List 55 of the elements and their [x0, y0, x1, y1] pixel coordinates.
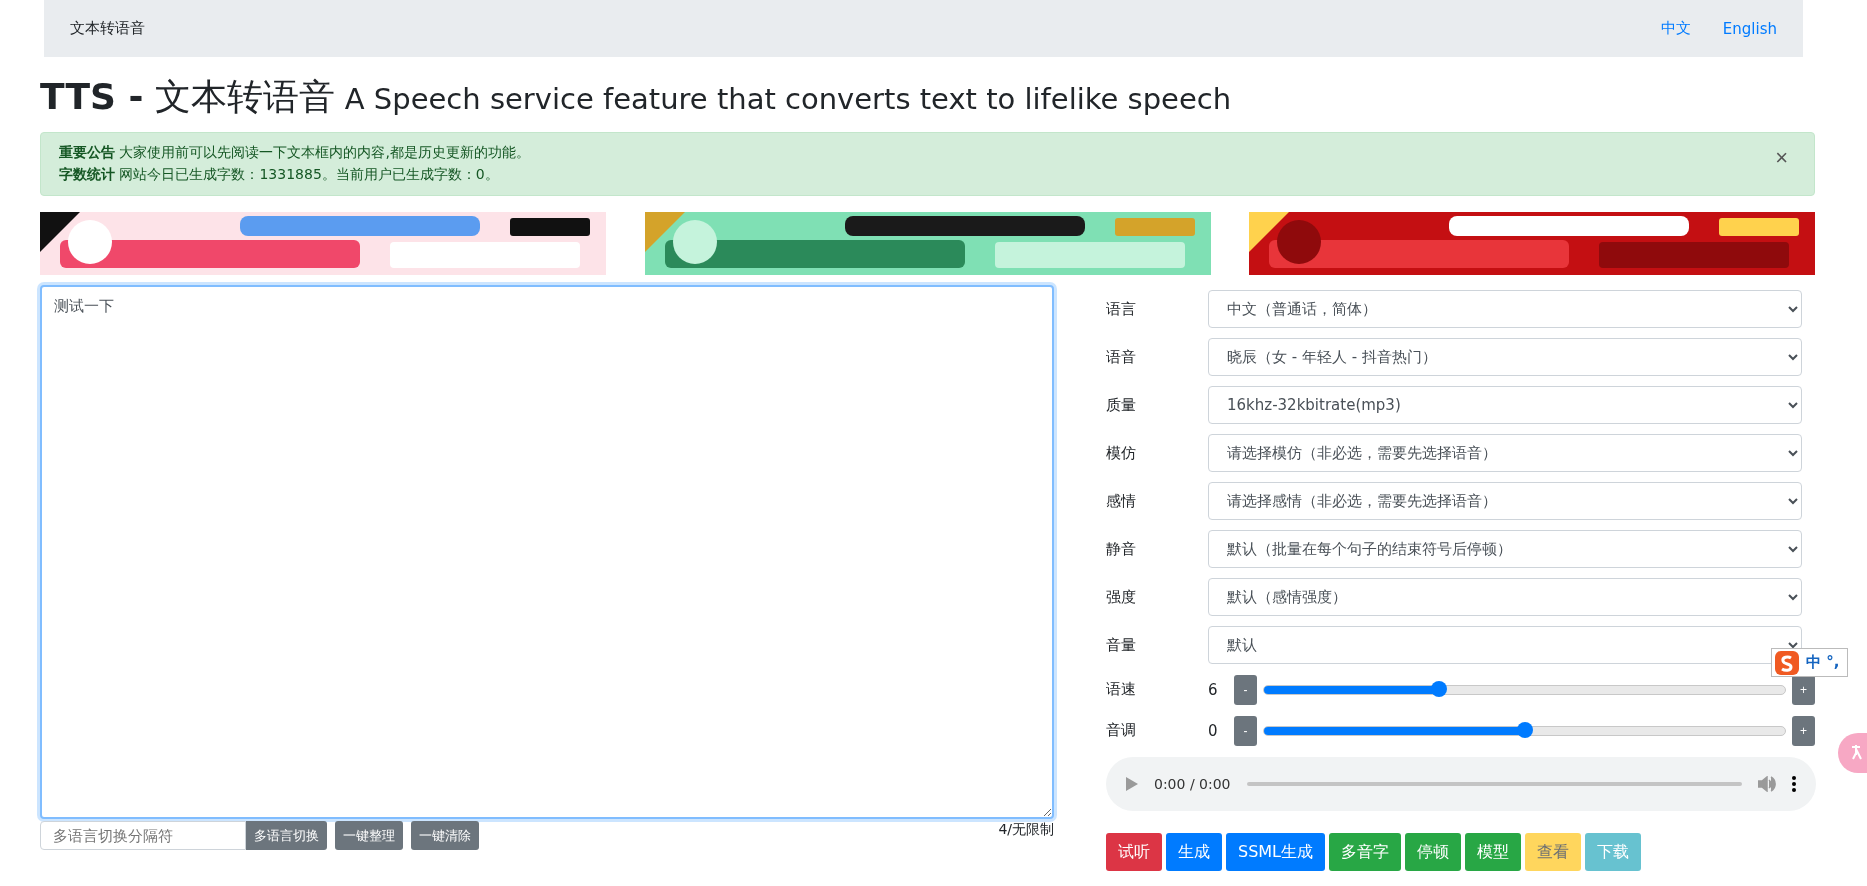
- language-link[interactable]: 中文: [1660, 19, 1691, 38]
- increase-button[interactable]: +: [1792, 715, 1815, 746]
- tool-button[interactable]: 多语言切换: [246, 821, 327, 850]
- slider-thumb[interactable]: [1430, 680, 1447, 697]
- play-icon[interactable]: [1126, 777, 1138, 791]
- character-count: 4/无限制: [998, 821, 1054, 839]
- close-button[interactable]: ×: [1767, 144, 1796, 172]
- setting-dropdown[interactable]: 默认（感情强度）: [1208, 578, 1802, 616]
- ime-status: 中 °,: [1806, 653, 1840, 672]
- action-button[interactable]: 模型: [1465, 833, 1522, 871]
- language-link[interactable]: English: [1722, 19, 1777, 38]
- setting-label: 语音: [1106, 347, 1137, 367]
- tool-button[interactable]: 一键整理: [335, 821, 403, 850]
- action-button[interactable]: 试听: [1106, 833, 1162, 871]
- setting-label: 静音: [1106, 539, 1137, 559]
- notice-text: 重要公告 大家使用前可以先阅读一下文本框内的内容,都是历史更新的功能。: [59, 144, 531, 162]
- ime-toolbar[interactable]: 中 °,: [1771, 648, 1849, 677]
- page-title: TTS - 文本转语音: [40, 75, 335, 119]
- more-icon[interactable]: [1792, 776, 1796, 792]
- playback-time: 0:00 / 0:00: [1154, 776, 1231, 792]
- setting-dropdown[interactable]: 默认（批量在每个句子的结束符号后停顿）: [1208, 530, 1802, 568]
- action-button[interactable]: 生成: [1166, 833, 1222, 871]
- setting-label: 模仿: [1106, 443, 1137, 463]
- progress-track[interactable]: [1246, 782, 1742, 786]
- action-button[interactable]: SSML生成: [1226, 833, 1326, 871]
- ime-logo-icon: [1774, 649, 1800, 676]
- decrease-button[interactable]: -: [1234, 715, 1257, 746]
- slider-track[interactable]: [1263, 684, 1786, 695]
- setting-dropdown[interactable]: 晓辰（女 - 年轻人 - 抖音热门）: [1208, 338, 1802, 376]
- notice-text: 字数统计 网站今日已生成字数：1331885。当前用户已生成字数：0。: [59, 166, 500, 184]
- setting-label: 质量: [1106, 395, 1137, 415]
- volume-icon[interactable]: [1758, 776, 1776, 792]
- decrease-button[interactable]: -: [1234, 674, 1257, 705]
- slider-track[interactable]: [1263, 725, 1786, 736]
- setting-label: 音量: [1106, 635, 1137, 655]
- separator-field[interactable]: 多语言切换分隔符: [40, 821, 246, 850]
- slider-value: 6: [1208, 680, 1219, 699]
- setting-dropdown[interactable]: 16khz-32kbitrate(mp3): [1208, 386, 1802, 424]
- brand-link[interactable]: 文本转语音: [70, 19, 1629, 38]
- slider-thumb[interactable]: [1516, 721, 1533, 738]
- setting-label: 语言: [1106, 299, 1137, 319]
- setting-dropdown[interactable]: 默认: [1208, 626, 1802, 664]
- setting-label: 语速: [1106, 680, 1137, 699]
- setting-label: 强度: [1106, 587, 1137, 607]
- setting-dropdown[interactable]: 中文（普通话，简体）: [1208, 290, 1802, 328]
- slider-value: 0: [1208, 721, 1219, 740]
- setting-dropdown[interactable]: 请选择模仿（非必选，需要先选择语音）: [1208, 434, 1802, 472]
- setting-label: 感情: [1106, 491, 1137, 511]
- action-button[interactable]: 停顿: [1405, 833, 1462, 871]
- tool-button[interactable]: 一键清除: [411, 821, 479, 850]
- text-editor[interactable]: 测试一下: [40, 285, 1054, 819]
- setting-dropdown[interactable]: 请选择感情（非必选，需要先选择语音）: [1208, 482, 1802, 520]
- action-button[interactable]: 多音字: [1329, 833, 1402, 871]
- page-subtitle: A Speech service feature that converts text to lifelike speech: [344, 82, 1232, 116]
- setting-label: 音调: [1106, 721, 1137, 740]
